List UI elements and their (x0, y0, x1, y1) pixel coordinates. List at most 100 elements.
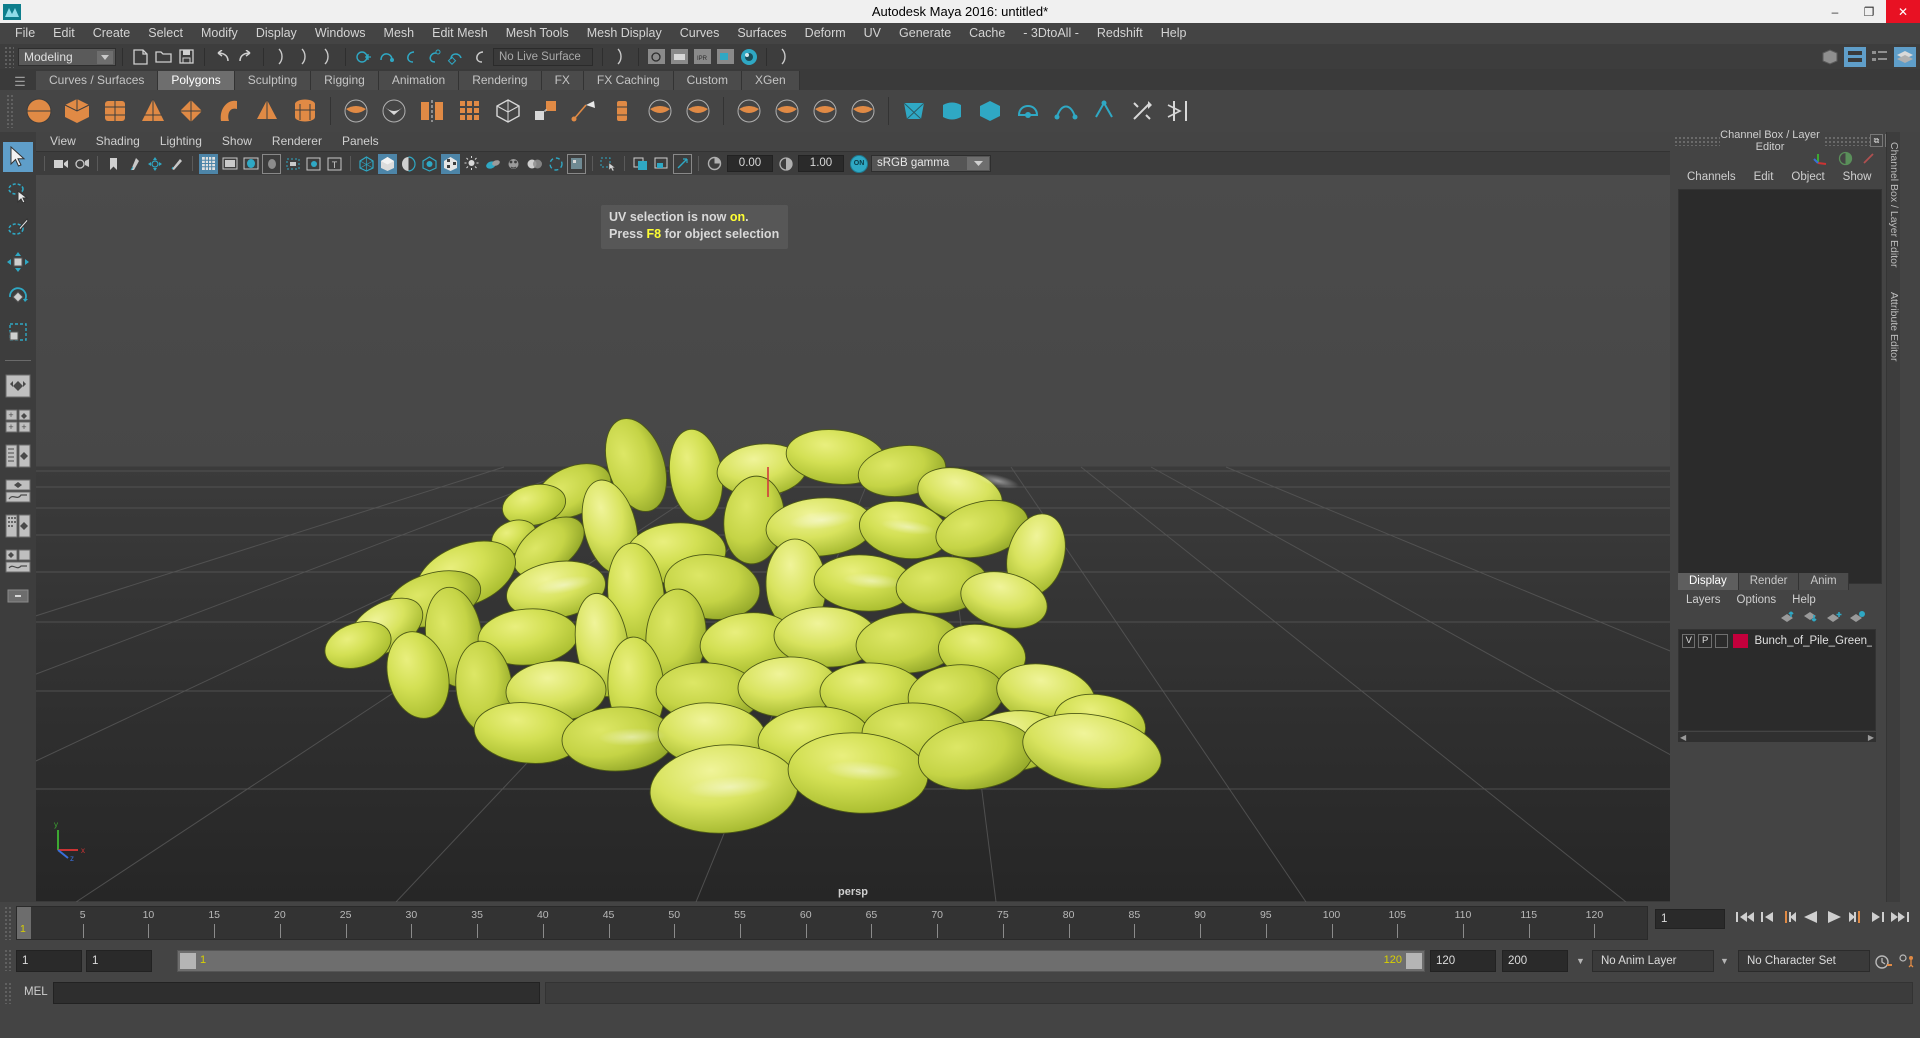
select-tool[interactable] (3, 142, 33, 172)
menu-item-redshift[interactable]: Redshift (1088, 23, 1152, 44)
viewport-menu-shading[interactable]: Shading (86, 132, 150, 151)
range-bar[interactable]: 1 120 (177, 950, 1425, 972)
channelbox-menu-channels[interactable]: Channels (1678, 171, 1745, 183)
menu-item-help[interactable]: Help (1152, 23, 1196, 44)
safe-title-icon[interactable]: T (325, 154, 344, 174)
show-hide-channel-box-icon[interactable] (1894, 46, 1916, 67)
shelf-tab-rendering[interactable]: Rendering (459, 71, 542, 90)
channelbox-menu-edit[interactable]: Edit (1745, 171, 1783, 183)
character-set-dropdown[interactable]: No Character Set (1738, 950, 1870, 972)
shelf-tab-xgen[interactable]: XGen (741, 71, 800, 90)
gamma-icon[interactable] (776, 154, 795, 174)
poly-booleans-icon[interactable] (529, 94, 563, 128)
channelbox-menu-show[interactable]: Show (1834, 171, 1881, 183)
select-by-component-icon[interactable] (317, 46, 338, 67)
poly-cube-icon[interactable] (60, 94, 94, 128)
new-layer-icon[interactable] (1826, 610, 1843, 626)
color-profile-dropdown[interactable]: sRGB gamma (871, 155, 991, 172)
side-tab-attribute-editor[interactable]: Attribute Editor (1888, 292, 1900, 361)
layer-menu-layers[interactable]: Layers (1678, 594, 1729, 606)
select-by-object-icon[interactable] (294, 46, 315, 67)
axis-gizmo-icon[interactable] (1813, 151, 1830, 166)
range-bar-left-handle[interactable] (180, 953, 196, 969)
menuset-dropdown[interactable]: Modeling (18, 47, 116, 66)
snap-to-point-icon[interactable] (399, 46, 420, 67)
layer-name[interactable]: Bunch_of_Pile_Green_So (1754, 635, 1872, 647)
poly-mirror-icon[interactable] (415, 94, 449, 128)
layer-tab-anim[interactable]: Anim (1799, 573, 1849, 590)
poly-combine-icon[interactable] (339, 94, 373, 128)
layer-list-hscrollbar[interactable]: ◀ ▶ (1678, 732, 1876, 742)
poly-sphere-icon[interactable] (22, 94, 56, 128)
channelbox-menu-object[interactable]: Object (1782, 171, 1833, 183)
uv-cylindrical-icon[interactable] (935, 94, 969, 128)
chevron-down-icon[interactable]: ▼ (1576, 956, 1585, 966)
poly-smooth-icon[interactable] (453, 94, 487, 128)
layer-visibility-toggle[interactable]: V (1682, 633, 1696, 648)
poly-append-icon[interactable] (681, 94, 715, 128)
open-scene-icon[interactable] (153, 46, 174, 67)
poly-sculpt-icon[interactable] (732, 94, 766, 128)
color-management-toggle[interactable]: ON (850, 154, 868, 173)
bookmark-icon[interactable] (104, 154, 123, 174)
poly-bridge-icon[interactable] (643, 94, 677, 128)
command-language-label[interactable]: MEL (24, 986, 48, 998)
gamma-value[interactable]: 1.00 (798, 155, 844, 172)
command-input[interactable] (53, 982, 540, 1004)
uv-layout-icon[interactable] (1087, 94, 1121, 128)
ipr-render-icon[interactable] (669, 46, 690, 67)
move-layer-down-icon[interactable] (1803, 610, 1820, 626)
shelf-tab-fx-caching[interactable]: FX Caching (583, 71, 674, 90)
menu-item-mesh-display[interactable]: Mesh Display (578, 23, 671, 44)
poly-quad-draw-icon[interactable] (770, 94, 804, 128)
move-layer-up-icon[interactable] (1780, 610, 1797, 626)
menu-item-mesh[interactable]: Mesh (375, 23, 424, 44)
maximize-button[interactable]: ❐ (1852, 0, 1886, 23)
screen-space-ao-icon[interactable] (504, 154, 523, 174)
shelf-tab-rigging[interactable]: Rigging (311, 71, 379, 90)
use-default-material-icon[interactable] (420, 154, 439, 174)
time-cursor[interactable]: 1 (17, 907, 31, 939)
viewport-menu-panels[interactable]: Panels (332, 132, 389, 151)
layout-persp-trax-icon[interactable] (3, 546, 33, 576)
menu-item-curves[interactable]: Curves (671, 23, 729, 44)
side-tab-channel-box[interactable]: Channel Box / Layer Editor (1888, 142, 1900, 268)
snap-to-projected-center-icon[interactable] (422, 46, 443, 67)
paint-select-tool[interactable] (3, 212, 33, 242)
select-by-render-hierarchy-icon[interactable] (610, 46, 631, 67)
layer-playback-toggle[interactable]: P (1698, 633, 1712, 648)
menu-item-create[interactable]: Create (84, 23, 140, 44)
menu-item-file[interactable]: File (6, 23, 44, 44)
step-back-frame-icon[interactable] (1760, 909, 1776, 925)
range-slider-grip[interactable] (4, 949, 12, 971)
close-button[interactable]: ✕ (1886, 0, 1920, 23)
live-surface-field[interactable]: No Live Surface (493, 47, 593, 66)
shelf-tab-sculpting[interactable]: Sculpting (234, 71, 312, 90)
wireframe-icon[interactable] (357, 154, 376, 174)
film-origin-icon[interactable] (283, 154, 302, 174)
poly-multicut-icon[interactable] (808, 94, 842, 128)
chevron-down-icon-2[interactable]: ▼ (1720, 956, 1729, 966)
render-settings-icon[interactable]: IPR (692, 46, 713, 67)
scale-tool[interactable] (3, 317, 33, 347)
animation-preferences-icon[interactable] (1898, 954, 1917, 970)
menu-item-edit-mesh[interactable]: Edit Mesh (423, 23, 497, 44)
lasso-tool[interactable] (3, 177, 33, 207)
current-time-field[interactable]: 1 (1655, 909, 1725, 929)
poly-pipe-icon[interactable] (288, 94, 322, 128)
rotate-tool[interactable] (3, 282, 33, 312)
viewport-3d-canvas[interactable]: y x z UV selection is now on. Press F8 f… (36, 175, 1670, 902)
textured-icon[interactable] (441, 153, 460, 174)
shelf-tab-curves-surfaces[interactable]: Curves / Surfaces (36, 71, 159, 90)
slash-icon[interactable] (1861, 151, 1876, 166)
menu-item-3dtoall[interactable]: - 3DtoAll - (1014, 23, 1088, 44)
new-layer-from-selected-icon[interactable] (1849, 610, 1866, 626)
range-bar-right-handle[interactable] (1406, 953, 1422, 969)
poly-cylinder-icon[interactable] (98, 94, 132, 128)
xray-active-components-icon[interactable] (652, 154, 671, 174)
viewport-menu-renderer[interactable]: Renderer (262, 132, 332, 151)
undo-icon[interactable] (212, 46, 233, 67)
redo-icon[interactable] (235, 46, 256, 67)
menu-item-deform[interactable]: Deform (796, 23, 855, 44)
layout-single-icon[interactable] (3, 371, 33, 401)
